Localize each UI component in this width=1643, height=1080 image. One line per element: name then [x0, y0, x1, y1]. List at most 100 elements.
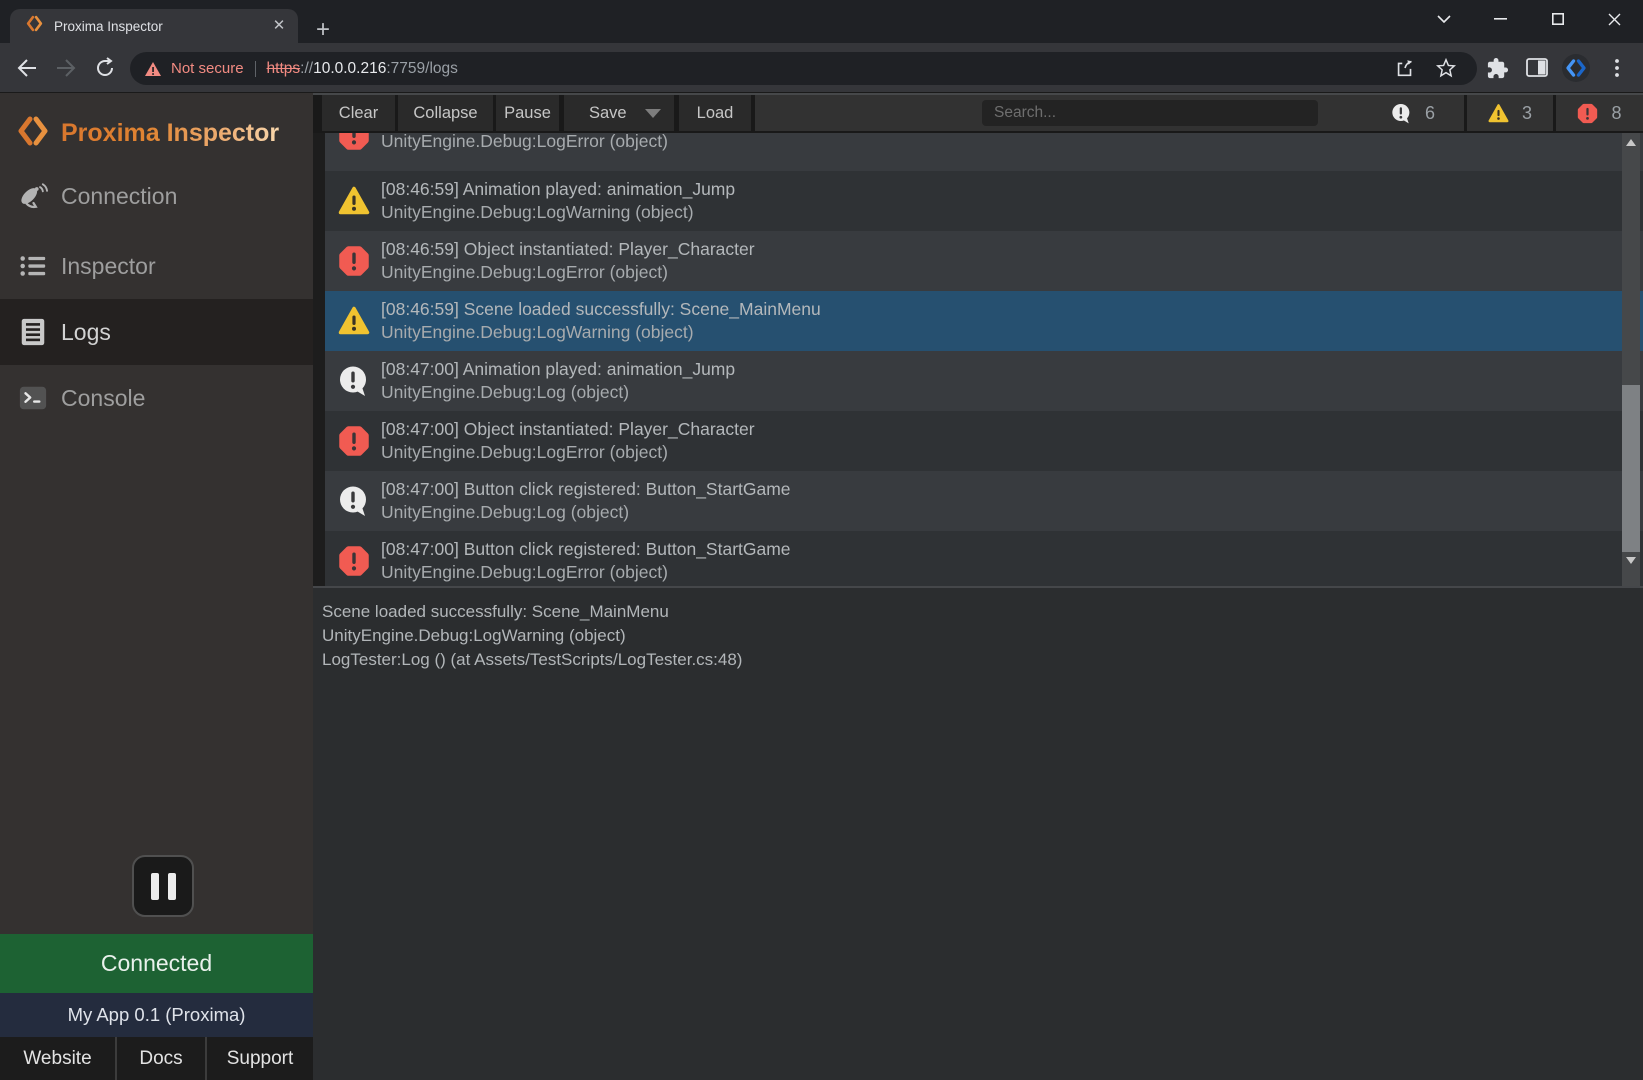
share-icon[interactable]	[1392, 55, 1418, 81]
scrollbar-thumb[interactable]	[1622, 385, 1640, 552]
pause-icon	[151, 873, 159, 900]
log-source: UnityEngine.Debug:LogError (object)	[381, 261, 755, 284]
url-scheme: https	[267, 60, 301, 78]
browser-menu-dots-icon[interactable]	[1604, 55, 1630, 81]
profile-avatar[interactable]	[1561, 53, 1591, 83]
error-log-icon	[338, 245, 370, 277]
sidebar-item-inspector[interactable]: Inspector	[0, 233, 313, 299]
sidebar-item-console[interactable]: Console	[0, 365, 313, 431]
info-log-icon	[338, 365, 370, 397]
log-message: [08:47:00] Object instantiated: Player_C…	[381, 418, 755, 441]
proxima-app: Proxima Inspector Connection Inspector L…	[0, 93, 1643, 1080]
log-message: [08:47:00] Button click registered: Butt…	[381, 538, 791, 561]
log-row-info[interactable]: [08:47:00] Animation played: animation_J…	[313, 351, 1643, 411]
log-source: UnityEngine.Debug:LogError (object)	[381, 133, 668, 153]
log-row-error[interactable]: [08:46:59] Object instantiated: Player_C…	[313, 231, 1643, 291]
sidebar: Proxima Inspector Connection Inspector L…	[0, 93, 313, 1080]
browser-navbar: Not secure https://10.0.0.216:7759/logs	[0, 43, 1643, 93]
not-secure-warning-icon	[144, 61, 162, 77]
terminal-icon	[18, 383, 48, 413]
footer-link-website[interactable]: Website	[0, 1037, 117, 1080]
log-scrollbar[interactable]	[1622, 133, 1640, 588]
error-log-icon	[338, 545, 370, 577]
list-icon	[18, 251, 48, 281]
search-input[interactable]: Search...	[982, 100, 1318, 126]
info-badge-icon	[1391, 103, 1412, 124]
footer-link-support[interactable]: Support	[207, 1037, 313, 1080]
sidebar-item-label: Inspector	[61, 253, 156, 280]
log-row-error[interactable]: UnityEngine.Debug:LogError (object)	[313, 133, 1643, 171]
log-message: [08:46:59] Object instantiated: Player_C…	[381, 238, 755, 261]
url-path: :7759/logs	[386, 60, 458, 78]
badge-count: 6	[1425, 103, 1435, 124]
toolbar-buttons: ClearCollapsePauseSaveLoad	[313, 95, 755, 131]
browser-tab[interactable]: Proxima Inspector ✕	[10, 9, 298, 43]
badge-count: 3	[1522, 103, 1532, 124]
info-count-badge[interactable]: 6	[1322, 95, 1464, 131]
tab-close-icon[interactable]: ✕	[270, 17, 288, 35]
proxima-logo-icon	[17, 115, 49, 152]
browser-window: Proxima Inspector ✕ +	[0, 0, 1643, 1080]
pause-button[interactable]: Pause	[496, 95, 559, 131]
footer-link-docs[interactable]: Docs	[117, 1037, 207, 1080]
back-button[interactable]	[14, 55, 40, 81]
save-button[interactable]: Save	[564, 95, 674, 131]
log-message: [08:46:59] Scene loaded successfully: Sc…	[381, 298, 821, 321]
sidebar-item-label: Console	[61, 385, 145, 412]
address-bar[interactable]: Not secure https://10.0.0.216:7759/logs	[130, 52, 1477, 85]
pause-stream-button[interactable]	[132, 855, 194, 917]
scroll-up-icon[interactable]	[1626, 139, 1636, 146]
error-badge-icon	[1577, 103, 1598, 124]
reload-button[interactable]	[92, 55, 118, 81]
warning-badge-icon	[1488, 103, 1509, 124]
connection-status-badge: Connected	[0, 934, 313, 993]
log-row-warning[interactable]: [08:46:59] Scene loaded successfully: Sc…	[313, 291, 1643, 351]
detail-line: LogTester:Log () (at Assets/TestScripts/…	[322, 648, 1643, 672]
side-panel-icon[interactable]	[1524, 55, 1550, 81]
satellite-icon	[18, 181, 48, 211]
log-detail-panel: Scene loaded successfully: Scene_MainMen…	[313, 590, 1643, 1080]
security-status-label[interactable]: Not secure	[171, 60, 244, 77]
url-separator: ://	[300, 60, 313, 78]
clear-button[interactable]: Clear	[322, 95, 395, 131]
proxima-favicon-icon	[26, 15, 43, 37]
tab-strip: Proxima Inspector ✕ +	[0, 0, 1643, 43]
new-tab-button[interactable]: +	[310, 18, 336, 44]
log-message: [08:46:59] Animation played: animation_J…	[381, 178, 735, 201]
log-list: UnityEngine.Debug:LogError (object) [08:…	[313, 133, 1643, 588]
log-row-warning[interactable]: [08:46:59] Animation played: animation_J…	[313, 171, 1643, 231]
window-controls	[1415, 0, 1643, 38]
sidebar-item-connection[interactable]: Connection	[0, 163, 313, 229]
minimize-button[interactable]	[1472, 0, 1529, 38]
logs-toolbar: ClearCollapsePauseSaveLoad Search... 6 3…	[313, 93, 1643, 133]
forward-button[interactable]	[53, 55, 79, 81]
sidebar-footer: WebsiteDocsSupport	[0, 1037, 313, 1080]
scroll-down-icon[interactable]	[1626, 557, 1636, 564]
close-window-button[interactable]	[1586, 0, 1643, 38]
bookmark-star-icon[interactable]	[1433, 55, 1459, 81]
error-count-badge[interactable]: 8	[1556, 95, 1643, 131]
warning-log-icon	[338, 305, 370, 337]
warning-count-badge[interactable]: 3	[1467, 95, 1553, 131]
collapse-button[interactable]: Collapse	[398, 95, 493, 131]
load-button[interactable]: Load	[679, 95, 751, 131]
url-host: 10.0.0.216	[313, 60, 386, 78]
log-row-error[interactable]: [08:47:00] Button click registered: Butt…	[313, 531, 1643, 588]
extensions-puzzle-icon[interactable]	[1484, 55, 1510, 81]
maximize-button[interactable]	[1529, 0, 1586, 38]
log-message: [08:47:00] Animation played: animation_J…	[381, 358, 735, 381]
tab-search-chevron-icon[interactable]	[1415, 0, 1472, 38]
log-source: UnityEngine.Debug:Log (object)	[381, 501, 791, 524]
sidebar-item-logs[interactable]: Logs	[0, 299, 313, 365]
log-row-info[interactable]: [08:47:00] Button click registered: Butt…	[313, 471, 1643, 531]
log-count-badges: 6 3 8	[1322, 95, 1643, 131]
log-row-error[interactable]: [08:47:00] Object instantiated: Player_C…	[313, 411, 1643, 471]
log-source: UnityEngine.Debug:Log (object)	[381, 381, 735, 404]
save-dropdown-caret-icon[interactable]	[645, 109, 661, 118]
warning-log-icon	[338, 185, 370, 217]
app-info-badge: My App 0.1 (Proxima)	[0, 993, 313, 1037]
omnibox-divider	[255, 61, 256, 77]
badge-count: 8	[1611, 103, 1621, 124]
log-source: UnityEngine.Debug:LogError (object)	[381, 441, 755, 464]
document-icon	[18, 317, 48, 347]
